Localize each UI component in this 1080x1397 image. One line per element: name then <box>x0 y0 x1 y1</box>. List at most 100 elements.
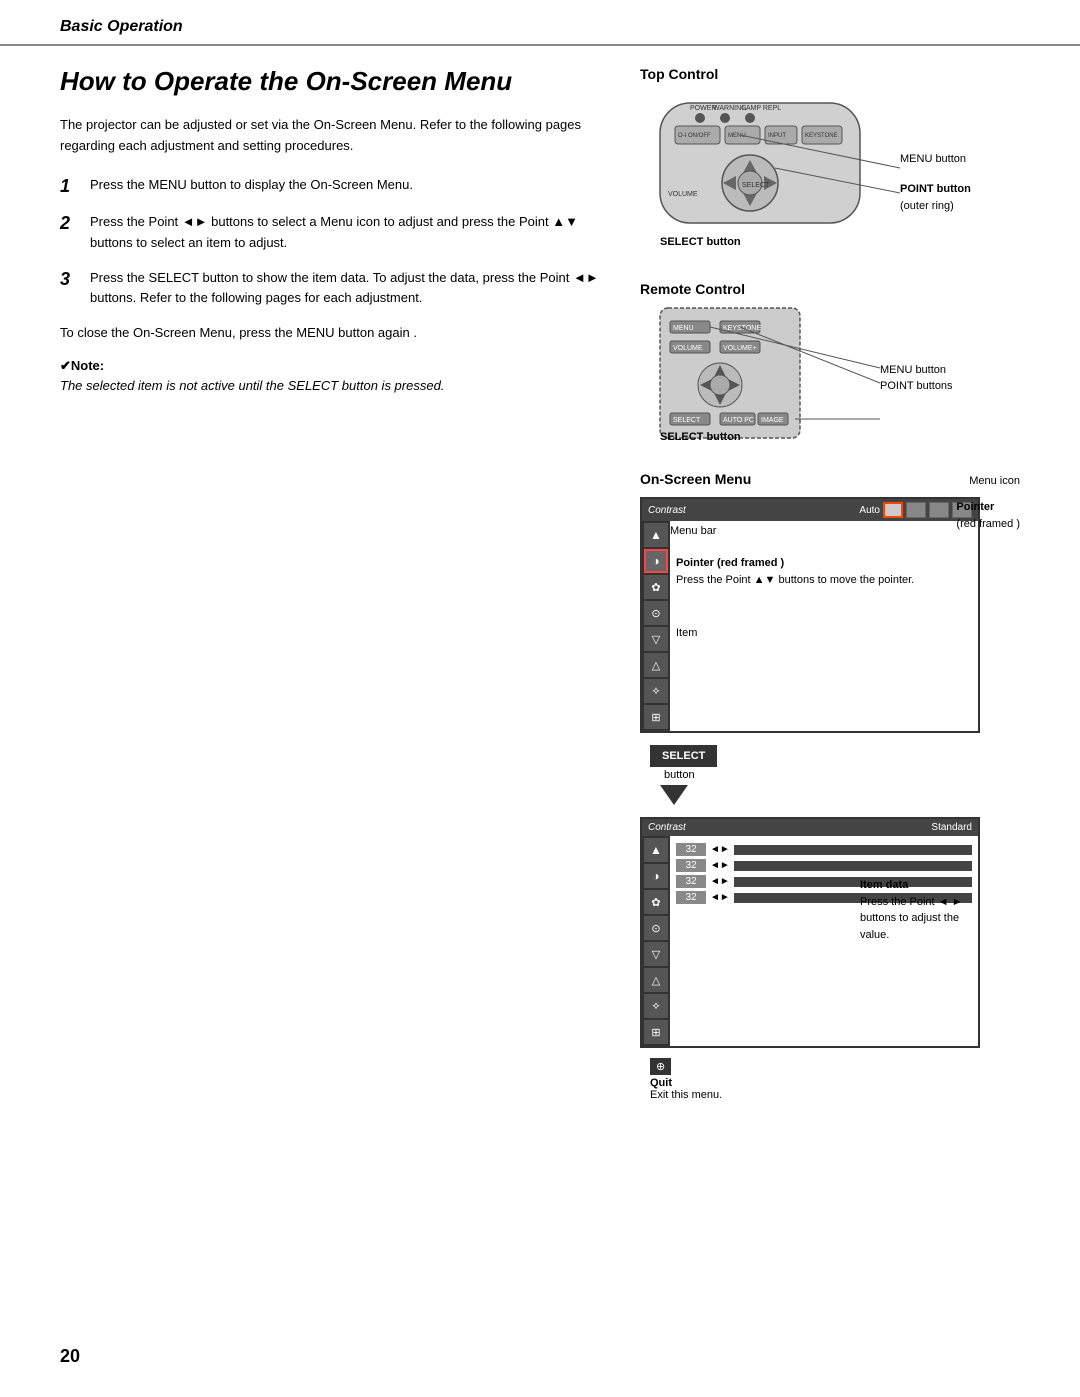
svg-text:INPUT: INPUT <box>768 133 786 139</box>
data-bar-1 <box>734 845 972 855</box>
svg-text:VOLUME: VOLUME <box>668 191 698 198</box>
side-btn-4: ⊙ <box>644 601 668 625</box>
data-row-1: 32 ◄► <box>676 843 972 856</box>
menu-diagram-1: Contrast Auto <box>640 497 1020 733</box>
menu-icon-3 <box>929 502 949 518</box>
side-btn-2-red: ◑ <box>644 549 668 573</box>
rc-select-button-label: SELECT button <box>660 428 741 445</box>
data-row-2: 32 ◄► <box>676 859 972 872</box>
top-control-diagram-wrap: POWER WARNING LAMP REPL O-I ON/OFF MENU … <box>640 88 1020 261</box>
item-data-callout: Item data Press the Point ◄ ► buttons to… <box>860 877 962 943</box>
header: Basic Operation <box>0 0 1080 46</box>
side2-btn-1: ▲ <box>644 838 668 862</box>
top-control-section: Top Control POWER WARNING LAMP REPL <box>640 66 1020 261</box>
to-close-text: To close the On-Screen Menu, press the M… <box>60 323 600 344</box>
item-callout: Item <box>676 627 697 639</box>
select-btn-label: button <box>664 769 695 781</box>
note-title: ✔Note: <box>60 358 104 373</box>
quit-section: ⊕ Quit Exit this menu. <box>640 1058 1020 1101</box>
menu-left-buttons-2: ▲ ◑ ✿ ⊙ ▽ △ ⟡ ⊞ <box>642 836 670 1046</box>
data-bar-2 <box>734 861 972 871</box>
data-val-2: 32 <box>676 859 706 872</box>
pointer-red-callout: Pointer (red framed ) Press the Point ▲▼… <box>676 555 914 588</box>
step-2-num: 2 <box>60 212 80 235</box>
side-btn-3: ✿ <box>644 575 668 599</box>
item-label: Item <box>676 627 697 639</box>
side2-btn-7: ⟡ <box>644 994 668 1018</box>
menu-body-1: ▲ ◑ ✿ ⊙ ▽ △ ⟡ ⊞ <box>642 521 978 731</box>
page-title: How to Operate the On-Screen Menu <box>60 66 600 97</box>
main-content: How to Operate the On-Screen Menu The pr… <box>0 66 1080 1101</box>
step-1-num: 1 <box>60 175 80 198</box>
auto-label: Auto <box>859 505 880 516</box>
contrast-text: Contrast <box>648 505 686 516</box>
side-btn-7: ⟡ <box>644 679 668 703</box>
menu-content-1 <box>670 521 978 731</box>
svg-text:VOLUME+: VOLUME+ <box>723 345 757 352</box>
step-3-num: 3 <box>60 268 80 291</box>
side2-btn-5: ▽ <box>644 942 668 966</box>
side-btn-5: ▽ <box>644 627 668 651</box>
select-button-label: SELECT button <box>660 233 741 250</box>
svg-text:KEYSTONE: KEYSTONE <box>805 133 838 139</box>
menu-icon-1 <box>883 502 903 518</box>
svg-text:IMAGE: IMAGE <box>761 417 784 424</box>
pointer-callout: Pointer (red framed ) <box>956 499 1020 532</box>
pointer-desc: Press the Point ▲▼ buttons to move the p… <box>676 574 914 586</box>
quit-desc: Exit this menu. <box>650 1089 722 1101</box>
left-column: How to Operate the On-Screen Menu The pr… <box>60 66 600 1101</box>
pointer-label: Pointer <box>956 501 994 513</box>
side2-btn-4: ⊙ <box>644 916 668 940</box>
menu-bar-2: Contrast Standard <box>642 819 978 836</box>
note-section: ✔Note: The selected item is not active u… <box>60 358 600 393</box>
item-data-label: Item data <box>860 879 908 891</box>
data-val-4: 32 <box>676 891 706 904</box>
side-btn-8: ⊞ <box>644 705 668 729</box>
side-btn-1: ▲ <box>644 523 668 547</box>
menu-bar-top: Contrast Auto <box>642 499 978 521</box>
arrow-2: ◄► <box>710 860 730 871</box>
menu-icon-2 <box>906 502 926 518</box>
step-2-text: Press the Point ◄► buttons to select a M… <box>90 212 600 254</box>
side2-btn-6: △ <box>644 968 668 992</box>
select-button-area: SELECT button <box>640 737 1020 817</box>
arrow-down-icon <box>660 785 688 805</box>
rc-point-buttons-label: POINT buttons <box>880 377 953 394</box>
svg-text:LAMP REPL: LAMP REPL <box>742 105 781 112</box>
svg-text:VOLUME: VOLUME <box>673 345 703 352</box>
select-btn: SELECT <box>650 745 717 767</box>
side2-btn-3: ✿ <box>644 890 668 914</box>
rc-menu-button-label: MENU button <box>880 361 946 378</box>
menu-left-buttons-1: ▲ ◑ ✿ ⊙ ▽ △ ⟡ ⊞ <box>642 521 670 731</box>
remote-diagram-wrap: MENU KEYSTONE VOLUME VOLUME+ <box>640 303 1020 451</box>
item-data-desc: Press the Point ◄ ► buttons to adjust th… <box>860 896 962 941</box>
side-btn-6: △ <box>644 653 668 677</box>
menu-bar-callout: Menu bar <box>670 525 716 537</box>
remote-control-label: Remote Control <box>640 281 1020 297</box>
note-text: The selected item is not active until th… <box>60 378 600 393</box>
data-val-3: 32 <box>676 875 706 888</box>
quit-area: Quit Exit this menu. <box>650 1077 1020 1101</box>
arrow-3: ◄► <box>710 876 730 887</box>
top-control-label: Top Control <box>640 66 1020 82</box>
arrow-4: ◄► <box>710 892 730 903</box>
side2-btn-2: ◑ <box>644 864 668 888</box>
menu-diagram-2: Contrast Standard ▲ ◑ ✿ ⊙ ▽ △ <box>640 817 1020 1048</box>
quit-icon: ⊕ <box>650 1058 671 1075</box>
point-button-label: POINT button (outer ring) <box>900 180 971 215</box>
step-3-text: Press the SELECT button to show the item… <box>90 268 600 310</box>
svg-text:SELECT: SELECT <box>742 182 770 189</box>
menu-icon-callout: Menu icon <box>969 474 1020 489</box>
svg-text:O-I ON/OFF: O-I ON/OFF <box>678 133 711 139</box>
right-column: Top Control POWER WARNING LAMP REPL <box>640 66 1020 1101</box>
svg-text:KEYSTONE: KEYSTONE <box>723 325 761 332</box>
onscreen-menu-section: On-Screen Menu Menu icon Contrast Auto <box>640 471 1020 1101</box>
data-val-1: 32 <box>676 843 706 856</box>
standard-label: Standard <box>931 822 972 833</box>
onscreen-header: On-Screen Menu Menu icon <box>640 471 1020 493</box>
step-2: 2 Press the Point ◄► buttons to select a… <box>60 212 600 254</box>
pointer-red-label: Pointer (red framed ) <box>676 557 784 569</box>
side2-btn-8: ⊞ <box>644 1020 668 1044</box>
onscreen-label: On-Screen Menu <box>640 471 751 487</box>
menu-bar-text-label: Menu bar <box>670 525 716 537</box>
